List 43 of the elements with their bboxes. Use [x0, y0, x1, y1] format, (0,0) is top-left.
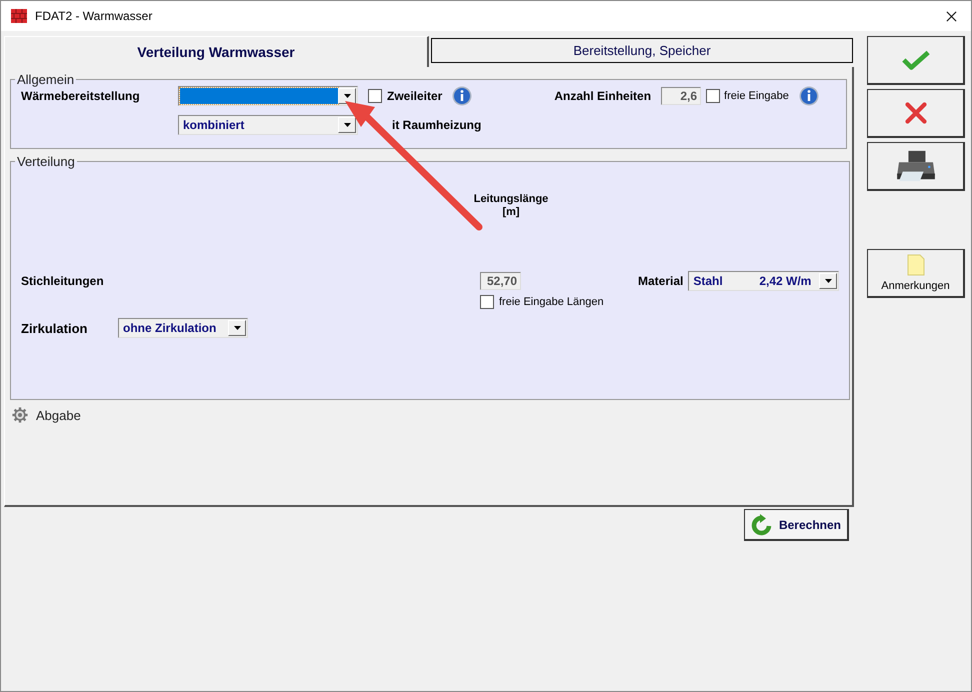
info-icon[interactable] — [798, 86, 819, 106]
caret-icon — [344, 94, 350, 98]
note-icon — [906, 254, 924, 276]
field-label: Anzahl Einheiten — [554, 89, 652, 103]
print-button[interactable] — [867, 142, 965, 191]
field-label: Wärmebereitstellung — [21, 89, 141, 103]
refresh-icon — [751, 514, 773, 536]
dropdown[interactable]: kombiniert — [178, 115, 358, 135]
checkbox[interactable] — [368, 89, 382, 103]
column-header: Leitungslänge [m] — [472, 193, 550, 219]
cancel-button[interactable] — [867, 89, 965, 138]
field-label: Stichleitungen — [21, 274, 105, 288]
checkbox-label: freie Eingabe Längen — [499, 296, 604, 308]
ok-button[interactable] — [867, 36, 965, 85]
number-field[interactable]: 52,70 — [480, 272, 521, 290]
close-icon[interactable] — [946, 10, 957, 22]
info-icon[interactable] — [452, 86, 472, 106]
caret-icon — [344, 123, 350, 127]
field-label: it Raumheizung — [392, 118, 482, 132]
tab[interactable]: Verteilung Warmwasser — [4, 36, 429, 67]
dropdown[interactable] — [178, 86, 358, 106]
checkbox-label: freie Eingabe — [724, 90, 789, 102]
checkbox[interactable] — [480, 295, 494, 309]
dropdown[interactable]: Stahl 2,42 W/m — [688, 271, 840, 291]
field-label: Zirkulation — [21, 320, 88, 336]
tab[interactable]: Bereitstellung, Speicher — [431, 38, 853, 63]
window-title: FDAT2 - Warmwasser — [35, 9, 152, 23]
dropdown[interactable]: ohne Zirkulation — [118, 318, 248, 338]
printer-icon — [894, 149, 936, 183]
group-title: Allgemein — [16, 72, 76, 87]
gear-icon[interactable] — [12, 407, 28, 423]
calculate-button[interactable]: Berechnen — [744, 509, 849, 541]
notes-button[interactable]: Anmerkungen — [867, 249, 965, 298]
field-label: Material — [638, 274, 684, 288]
app-logo-icon — [11, 9, 27, 23]
number-field[interactable]: 2,6 — [661, 87, 702, 105]
checkbox[interactable] — [706, 89, 720, 103]
caret-icon — [824, 279, 832, 283]
checkmark-icon — [902, 49, 930, 71]
caret-icon — [234, 326, 240, 330]
checkbox-label: Zweileiter — [387, 89, 442, 103]
section-label[interactable]: Abgabe — [36, 408, 81, 422]
group-title: Verteilung — [16, 154, 76, 169]
